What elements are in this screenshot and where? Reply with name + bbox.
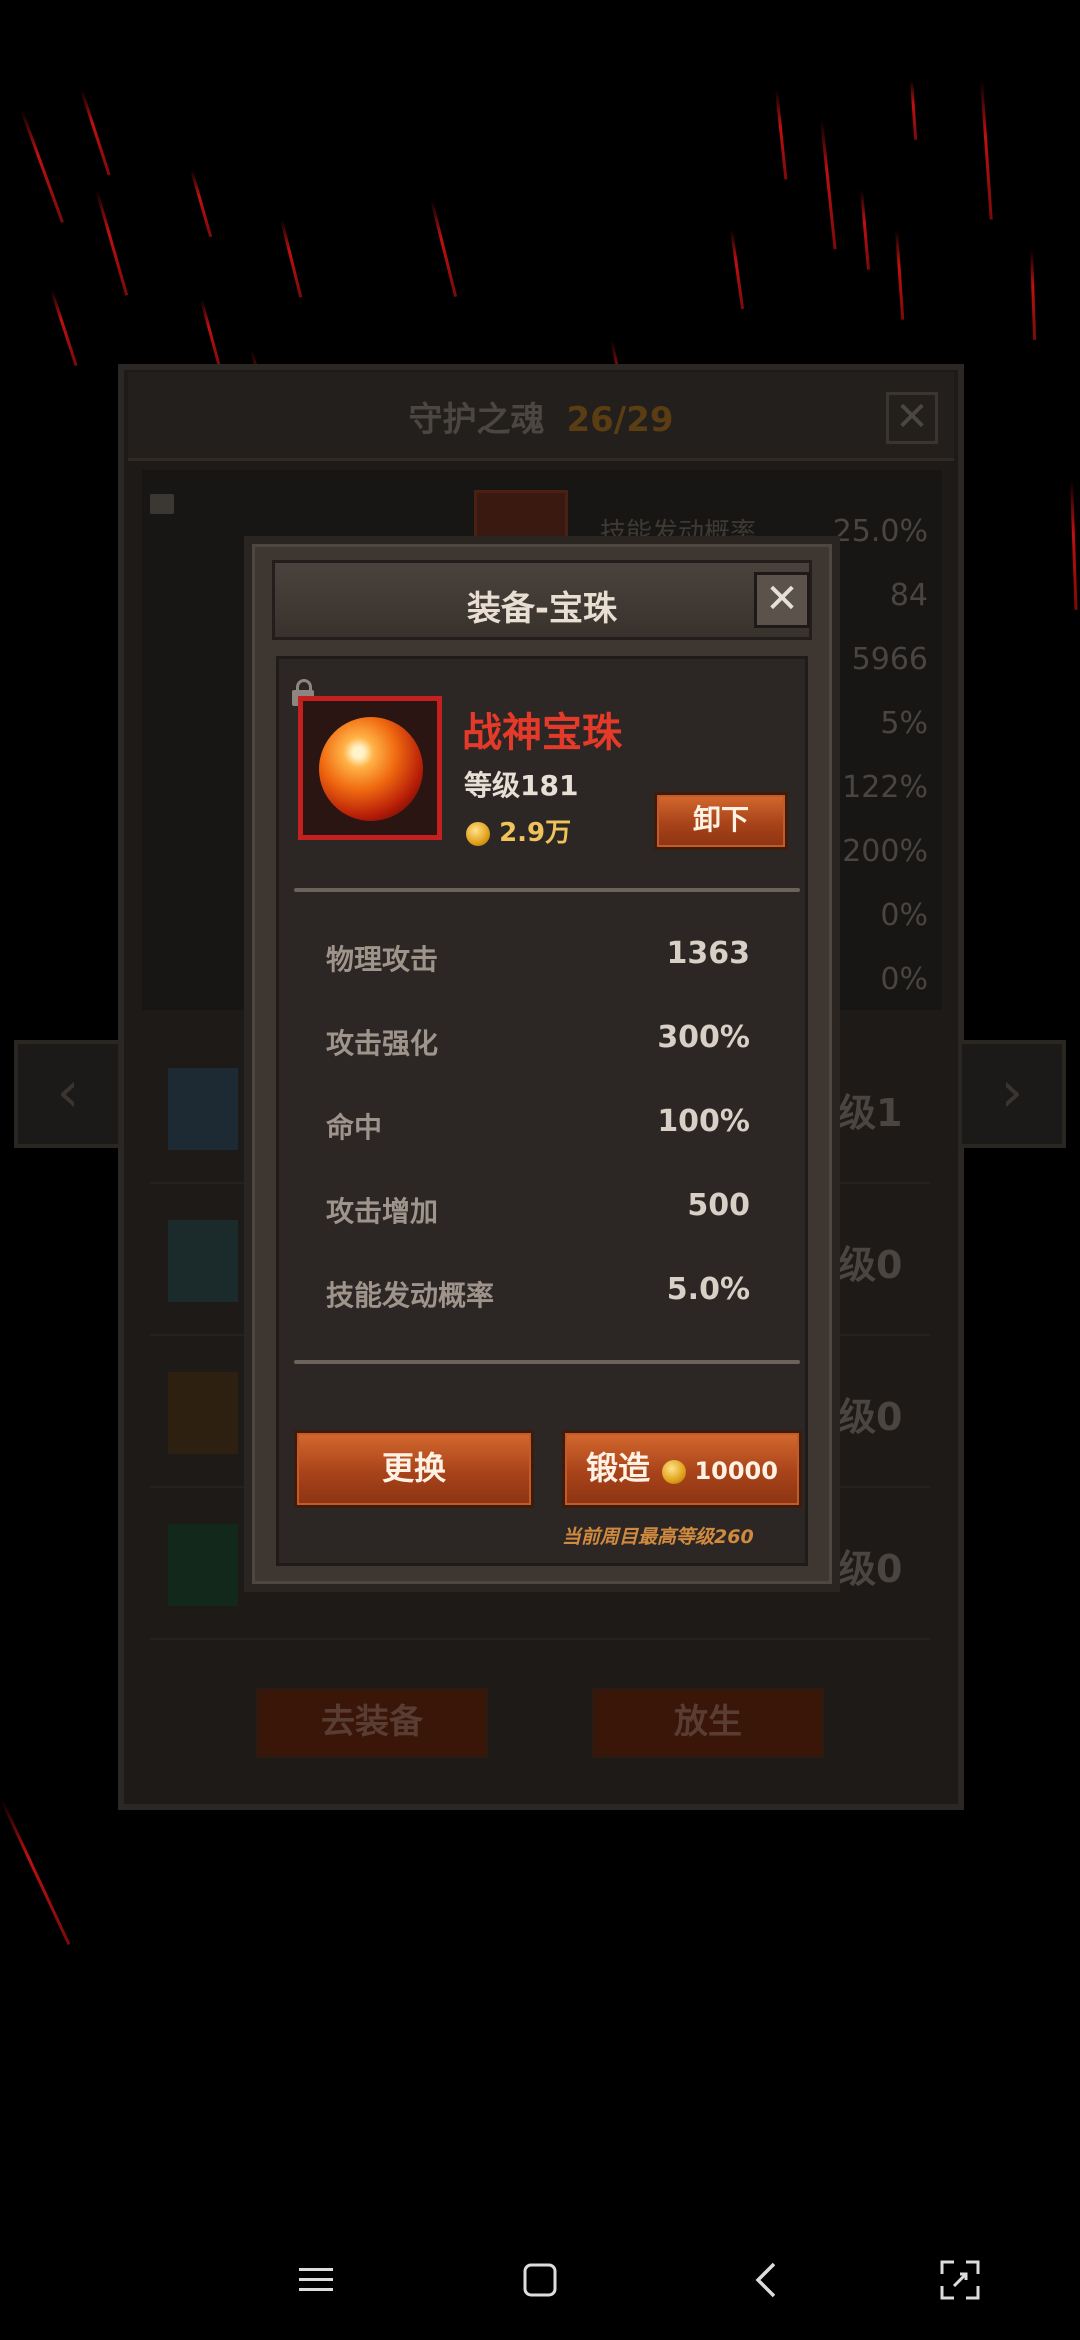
- divider: [294, 888, 800, 892]
- orb-icon: [319, 717, 423, 821]
- coin-icon: [662, 1460, 687, 1484]
- back-icon[interactable]: [736, 2250, 796, 2310]
- background-stat-value: 0%: [880, 962, 928, 997]
- stat-label: 攻击增加: [326, 1195, 439, 1228]
- next-arrow-icon[interactable]: ›: [958, 1040, 1066, 1148]
- background-close-icon[interactable]: ✕: [886, 392, 938, 444]
- forge-button[interactable]: 锻造 10000: [562, 1430, 802, 1508]
- background-item-thumb: [168, 1524, 238, 1606]
- background-header: 守护之魂 26/29: [128, 372, 954, 461]
- max-level-note: 当前周目最高等级260: [562, 1526, 754, 1548]
- background-stat-value: 5%: [880, 706, 928, 741]
- background-stat-value: 5966: [851, 642, 928, 677]
- prev-arrow-icon[interactable]: ‹: [14, 1040, 122, 1148]
- background-item-level: 级0: [838, 1243, 903, 1287]
- system-nav-bar: [0, 2220, 1080, 2340]
- background-stat-value: 122%: [842, 770, 928, 805]
- stat-label: 物理攻击: [326, 943, 439, 976]
- background-stat-value: 84: [889, 578, 928, 613]
- background-item-level: 级1: [838, 1091, 903, 1135]
- item-price-value: 2.9万: [499, 818, 572, 848]
- coin-icon: [466, 821, 490, 846]
- stat-label: 攻击强化: [326, 1027, 439, 1060]
- stat-value: 5.0%: [666, 1272, 750, 1307]
- screenshot-icon[interactable]: [930, 2250, 990, 2310]
- background-lock-icon: [150, 494, 174, 514]
- stat-value: 1363: [666, 936, 751, 971]
- stat-value: 300%: [657, 1020, 750, 1055]
- dialog-title: 装备-宝珠: [466, 589, 618, 629]
- background-item-thumb: [168, 1220, 238, 1302]
- background-item-thumb: [168, 1372, 238, 1454]
- forge-button-label: 锻造: [586, 1449, 651, 1487]
- item-price: 2.9万: [466, 812, 571, 849]
- background-count: 26/29: [566, 400, 674, 440]
- stat-label: 技能发动概率: [326, 1279, 495, 1312]
- close-icon[interactable]: ✕: [754, 572, 810, 628]
- equip-button[interactable]: 去装备: [256, 1688, 488, 1758]
- background-stat-value: 200%: [842, 834, 928, 869]
- background-title: 守护之魂 26/29: [408, 400, 674, 440]
- release-button[interactable]: 放生: [592, 1688, 824, 1758]
- stat-value: 100%: [657, 1104, 750, 1139]
- equipment-dialog: 装备-宝珠 ✕ 战神宝珠 等级181 2.9万 卸下 物理攻击 1363 攻击强…: [244, 536, 840, 1592]
- divider: [294, 1360, 800, 1364]
- background-stat-value: 0%: [880, 898, 928, 933]
- item-level: 等级181: [464, 769, 579, 802]
- unequip-button[interactable]: 卸下: [654, 792, 788, 850]
- background-item-level: 级0: [838, 1395, 903, 1439]
- background-stat-value: 25.0%: [832, 514, 928, 549]
- replace-button[interactable]: 更换: [294, 1430, 534, 1508]
- stat-value: 500: [687, 1188, 750, 1223]
- item-icon-frame: [298, 696, 442, 840]
- background-item-level: 级0: [838, 1547, 903, 1591]
- stat-label: 命中: [326, 1111, 383, 1144]
- menu-icon[interactable]: [286, 2250, 346, 2310]
- background-item-thumb: [168, 1068, 238, 1150]
- item-name: 战神宝珠: [462, 710, 622, 756]
- forge-cost: 10000: [694, 1457, 778, 1485]
- dialog-header: 装备-宝珠: [272, 560, 812, 640]
- home-icon[interactable]: [510, 2250, 570, 2310]
